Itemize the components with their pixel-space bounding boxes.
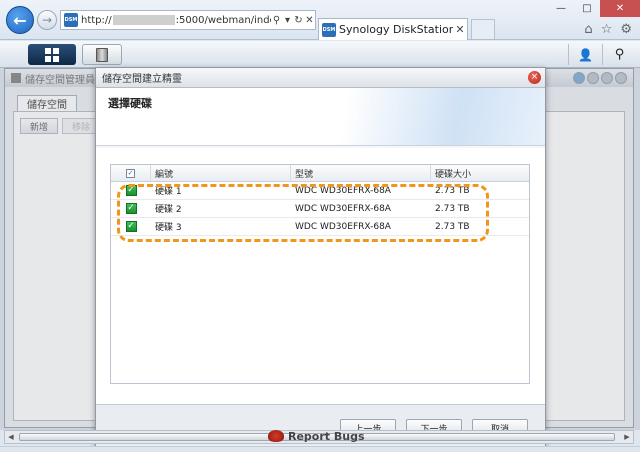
user-button[interactable]: 👤 [568,44,602,65]
report-bugs-link[interactable]: Report Bugs [268,427,365,445]
create-volume-wizard: 儲存空間建立精靈 × 選擇硬碟 ✓ 編號 型號 硬碟大小 ✓ 硬碟 1 WDC … [95,67,546,447]
header-check-icon: ✓ [126,168,135,178]
bug-icon [268,430,284,442]
url-text[interactable]: http:// :5000/webman/index.cg [81,14,271,26]
url-suffix: :5000/webman/index.cg [175,14,271,26]
browser-tab-active[interactable]: DSM Synology DiskStation - Di... ✕ [318,18,468,40]
user-icon: 👤 [578,47,593,62]
back-arrow-icon: ← [13,10,27,30]
dsm-taskbar: 👤 ⚲ [0,41,640,68]
wizard-close-icon[interactable]: × [528,71,541,84]
bottom-strip [0,446,640,452]
url-prefix: http:// [81,14,112,26]
disk-table: ✓ 編號 型號 硬碟大小 ✓ 硬碟 1 WDC WD30EFRX-68A 2.7… [110,164,530,384]
wizard-header: 選擇硬碟 [96,88,545,146]
scroll-right-icon[interactable]: ▶ [622,432,632,442]
tab-title: Synology DiskStation - Di... [339,23,453,36]
address-dropdown-icon[interactable]: ▾ [282,15,293,26]
home-icon[interactable]: ⌂ [584,22,592,37]
refresh-icon[interactable]: ↻ [293,15,304,26]
column-header-size[interactable]: 硬碟大小 [431,165,529,181]
wizard-content: ✓ 編號 型號 硬碟大小 ✓ 硬碟 1 WDC WD30EFRX-68A 2.7… [96,148,545,404]
search-button[interactable]: ⚲ [602,44,636,65]
tab-favicon-icon: DSM [322,22,336,37]
report-bugs-label: Report Bugs [288,429,365,443]
dsm-favicon-icon: DSM [64,13,78,27]
storage-manager-taskbar-button[interactable] [82,44,122,65]
highlight-dashed-outline [117,184,489,242]
close-window-button[interactable]: ✕ [600,0,640,17]
back-button[interactable]: ← [6,6,34,34]
tools-gear-icon[interactable]: ⚙ [620,22,632,37]
main-menu-button[interactable] [28,44,76,65]
table-header: ✓ 編號 型號 硬碟大小 [111,165,529,182]
forward-arrow-icon: → [41,13,53,27]
wizard-title: 儲存空間建立精靈 [102,74,182,85]
favorites-icon[interactable]: ☆ [601,22,613,37]
hard-drive-icon [96,47,108,62]
grid-menu-icon [45,47,59,62]
search-icon: ⚲ [614,47,625,62]
browser-chrome: ← → DSM http:// :5000/webman/index.cg ⚲ ▾… [0,0,640,40]
minimize-button[interactable]: — [548,0,574,17]
address-bar[interactable]: DSM http:// :5000/webman/index.cg ⚲ ▾ ↻ ✕ [60,10,316,30]
stop-icon[interactable]: ✕ [304,15,315,26]
window-controls: — □ ✕ [548,0,640,17]
browser-right-icons: ⌂ ☆ ⚙ [584,22,632,37]
scroll-left-icon[interactable]: ◀ [6,432,16,442]
forward-button[interactable]: → [37,10,57,30]
select-all-checkbox[interactable]: ✓ [111,165,151,181]
wizard-titlebar: 儲存空間建立精靈 [96,68,545,88]
column-header-model[interactable]: 型號 [291,165,431,181]
new-tab-button[interactable] [471,19,495,39]
address-search-icon[interactable]: ⚲ [271,15,282,26]
column-header-number[interactable]: 編號 [151,165,291,181]
tab-close-icon[interactable]: ✕ [453,23,467,36]
wizard-step-title: 選擇硬碟 [108,97,152,110]
url-redacted [112,14,175,25]
maximize-button[interactable]: □ [574,0,600,17]
